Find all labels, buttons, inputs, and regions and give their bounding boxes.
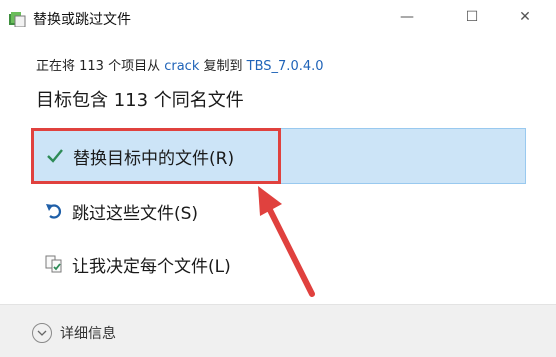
skip-files-label: 跳过这些文件(S): [72, 203, 199, 224]
replace-files-option[interactable]: 替换目标中的文件(R): [32, 128, 526, 184]
source-folder-link[interactable]: crack: [164, 59, 199, 74]
skip-arrow-icon: [46, 204, 62, 219]
conflict-heading: 目标包含 113 个同名文件: [36, 90, 244, 111]
window-title: 替换或跳过文件: [33, 12, 131, 28]
dialog-footer: 详细信息: [0, 304, 556, 357]
minimize-button[interactable]: —: [384, 0, 430, 34]
annotation-arrow-icon: [258, 186, 315, 297]
copy-info-prefix: 正在将 113 个项目从: [36, 59, 161, 74]
destination-folder-link[interactable]: TBS_7.0.4.0: [247, 59, 324, 74]
close-button[interactable]: ✕: [502, 0, 548, 34]
title-bar: 替换或跳过文件 — ☐ ✕: [0, 0, 556, 38]
decide-each-file-label: 让我决定每个文件(L): [72, 256, 231, 277]
maximize-button[interactable]: ☐: [449, 0, 495, 34]
decide-files-icon: [45, 255, 62, 273]
copy-info-middle: 复制到: [203, 59, 243, 74]
more-details-toggle[interactable]: 详细信息: [32, 323, 116, 343]
copy-info-text: 正在将 113 个项目从 crack 复制到 TBS_7.0.4.0: [36, 55, 324, 74]
checkmark-icon: [47, 149, 63, 163]
more-details-label: 详细信息: [60, 326, 116, 342]
replace-files-label: 替换目标中的文件(R): [73, 148, 235, 169]
file-copy-app-icon: [9, 12, 26, 27]
chevron-down-icon: [32, 323, 52, 343]
